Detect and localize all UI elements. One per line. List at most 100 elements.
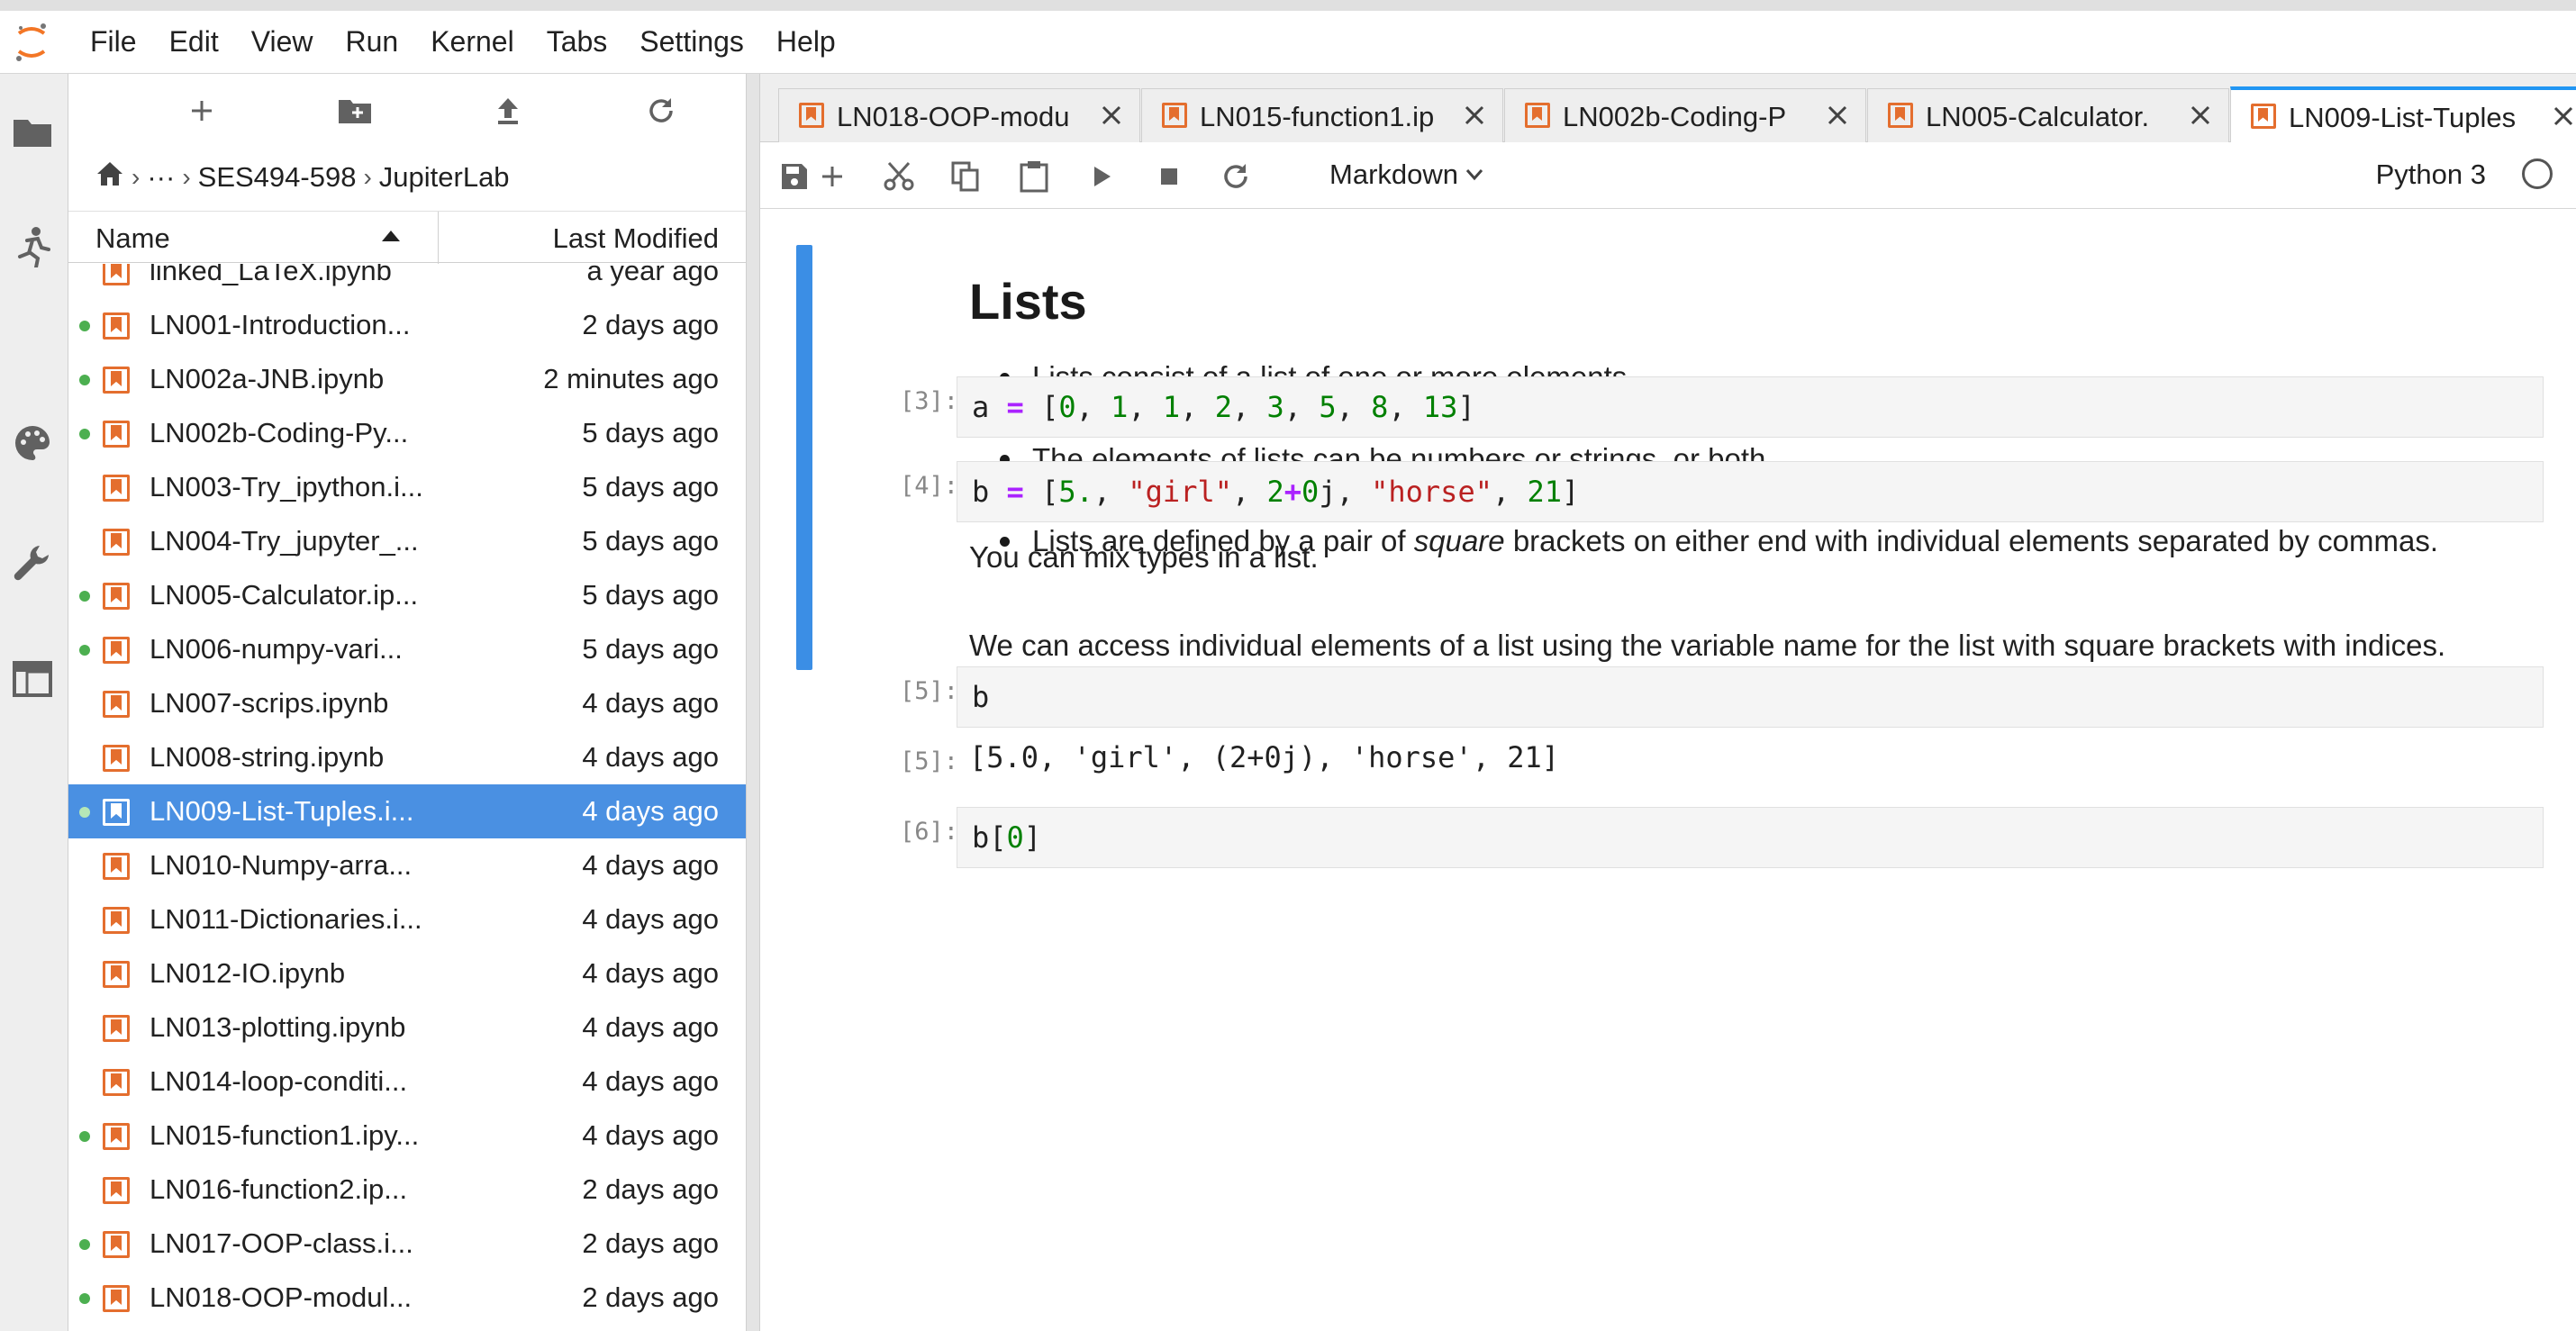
close-icon[interactable]	[1459, 100, 1490, 131]
wrench-icon[interactable]	[0, 531, 65, 596]
cut-button[interactable]	[879, 157, 919, 196]
file-last-modified: 4 days ago	[582, 1119, 719, 1151]
running-icon[interactable]	[0, 214, 65, 279]
new-launcher-button[interactable]	[175, 88, 229, 133]
code-cell[interactable]: b = [5., "girl", 2+0j, "horse", 21]	[957, 461, 2544, 522]
running-indicator-icon	[79, 807, 90, 818]
notebook-file-icon	[103, 745, 130, 772]
menu-kernel[interactable]: Kernel	[414, 25, 531, 59]
file-last-modified: 4 days ago	[582, 741, 719, 773]
file-row[interactable]: LN003-Try_ipython.i... 5 days ago	[68, 460, 746, 514]
run-button[interactable]	[1083, 157, 1122, 196]
tab-label: LN002b-Coding-P	[1563, 101, 1787, 132]
menu-settings[interactable]: Settings	[623, 25, 760, 59]
close-icon[interactable]	[2548, 101, 2576, 131]
upload-button[interactable]	[481, 88, 535, 133]
file-row[interactable]: LN009-List-Tuples.i... 4 days ago	[68, 784, 746, 838]
insert-cell-button[interactable]	[812, 157, 852, 196]
document-tab[interactable]: LN005-Calculator.	[1867, 88, 2229, 142]
file-last-modified: 5 days ago	[582, 633, 719, 665]
notebook-toolbar: Markdown Python 3	[760, 142, 2576, 209]
document-tab[interactable]: LN009-List-Tuples	[2230, 86, 2576, 143]
menu-run[interactable]: Run	[329, 25, 414, 59]
breadcrumb-folder-jupiterlab[interactable]: JupiterLab	[379, 161, 510, 194]
home-icon[interactable]	[95, 160, 124, 195]
panel-splitter[interactable]	[746, 74, 760, 1331]
breadcrumb: › ··· › SES494-598 › JupiterLab	[95, 155, 510, 200]
file-row[interactable]: LN014-loop-conditi... 4 days ago	[68, 1055, 746, 1109]
menu-edit[interactable]: Edit	[153, 25, 235, 59]
column-divider[interactable]	[438, 212, 439, 264]
breadcrumb-ellipsis[interactable]: ···	[147, 161, 175, 194]
file-row[interactable]: LN010-Numpy-arra... 4 days ago	[68, 838, 746, 892]
file-row[interactable]: LN012-IO.ipynb 4 days ago	[68, 946, 746, 1001]
file-row[interactable]: LN013-plotting.ipynb 4 days ago	[68, 1001, 746, 1055]
palette-icon[interactable]	[0, 411, 65, 475]
column-header-name[interactable]: Name	[95, 222, 170, 255]
sort-ascending-icon[interactable]	[382, 230, 400, 246]
cell-type-value: Markdown	[1329, 158, 1458, 190]
tabs-icon[interactable]	[0, 647, 65, 711]
breadcrumb-folder-ses494[interactable]: SES494-598	[198, 161, 357, 194]
code-cell[interactable]: a = [0, 1, 1, 2, 3, 5, 8, 13]	[957, 376, 2544, 438]
file-row[interactable]: linked_LaTeX.ipynb a year ago	[68, 264, 746, 298]
file-name: LN016-function2.ip...	[150, 1173, 408, 1205]
notebook-file-icon	[103, 907, 130, 934]
code-cell[interactable]: b	[957, 666, 2544, 728]
interrupt-button[interactable]	[1149, 157, 1189, 196]
save-button[interactable]	[775, 157, 814, 196]
file-row[interactable]: LN007-scrips.ipynb 4 days ago	[68, 676, 746, 730]
file-row[interactable]: LN001-Introduction... 2 days ago	[68, 298, 746, 352]
jupyter-logo-icon[interactable]	[0, 11, 63, 74]
file-name: LN015-function1.ipy...	[150, 1119, 420, 1151]
refresh-icon	[649, 98, 673, 122]
file-row[interactable]: LN011-Dictionaries.i... 4 days ago	[68, 892, 746, 946]
file-name: LN006-numpy-vari...	[150, 633, 403, 665]
running-indicator-icon	[79, 375, 90, 385]
kernel-name[interactable]: Python 3	[2376, 158, 2486, 191]
document-tab[interactable]: LN018-OOP-modu	[778, 88, 1140, 142]
file-last-modified: 2 days ago	[582, 1281, 719, 1313]
menu-tabs[interactable]: Tabs	[531, 25, 624, 59]
menu-help[interactable]: Help	[760, 25, 852, 59]
notebook-content: Lists Lists consist of a list of one or …	[760, 209, 2576, 1331]
file-name: linked_LaTeX.ipynb	[150, 264, 392, 286]
file-row[interactable]: LN002a-JNB.ipynb 2 minutes ago	[68, 352, 746, 406]
close-icon[interactable]	[2185, 100, 2216, 131]
document-tab[interactable]: LN002b-Coding-P	[1504, 88, 1866, 142]
clipboard-icon	[1020, 161, 1048, 193]
active-cell-indicator[interactable]	[796, 245, 812, 670]
notebook-file-icon	[103, 637, 130, 664]
file-name: LN001-Introduction...	[150, 309, 411, 340]
menu-file[interactable]: File	[63, 25, 153, 59]
file-row[interactable]: LN016-function2.ip... 2 days ago	[68, 1163, 746, 1217]
document-tab[interactable]: LN015-function1.ip	[1141, 88, 1503, 142]
paste-button[interactable]	[1014, 157, 1054, 196]
copy-button[interactable]	[946, 157, 985, 196]
notebook-file-icon	[103, 1285, 130, 1312]
file-row[interactable]: LN004-Try_jupyter_... 5 days ago	[68, 514, 746, 568]
cell-type-dropdown[interactable]: Markdown	[1329, 158, 1483, 191]
file-row[interactable]: LN005-Calculator.ip... 5 days ago	[68, 568, 746, 622]
file-row[interactable]: LN002b-Coding-Py... 5 days ago	[68, 406, 746, 460]
file-row[interactable]: LN008-string.ipynb 4 days ago	[68, 730, 746, 784]
menu-view[interactable]: View	[235, 25, 330, 59]
refresh-button[interactable]	[634, 88, 688, 133]
file-name: LN009-List-Tuples.i...	[150, 795, 414, 827]
document-tab-bar: LN018-OOP-modu LN015-function1.ip LN002b-C…	[760, 74, 2576, 143]
notebook-file-icon	[1888, 103, 1913, 128]
close-icon[interactable]	[1822, 100, 1853, 131]
restart-kernel-button[interactable]	[1216, 157, 1256, 196]
code-cell[interactable]: b[0]	[957, 807, 2544, 868]
file-row[interactable]: LN006-numpy-vari... 5 days ago	[68, 622, 746, 676]
file-last-modified: 2 days ago	[582, 309, 719, 340]
file-row[interactable]: LN015-function1.ipy... 4 days ago	[68, 1109, 746, 1163]
column-header-last-modified[interactable]: Last Modified	[553, 222, 719, 255]
file-row[interactable]: LN018-OOP-modul... 2 days ago	[68, 1271, 746, 1325]
close-icon[interactable]	[1096, 100, 1127, 131]
new-folder-button[interactable]	[328, 88, 382, 133]
file-row[interactable]: LN017-OOP-class.i... 2 days ago	[68, 1217, 746, 1271]
folder-icon[interactable]	[0, 99, 65, 164]
window-top-strip	[0, 0, 2576, 11]
file-last-modified: 5 days ago	[582, 525, 719, 557]
